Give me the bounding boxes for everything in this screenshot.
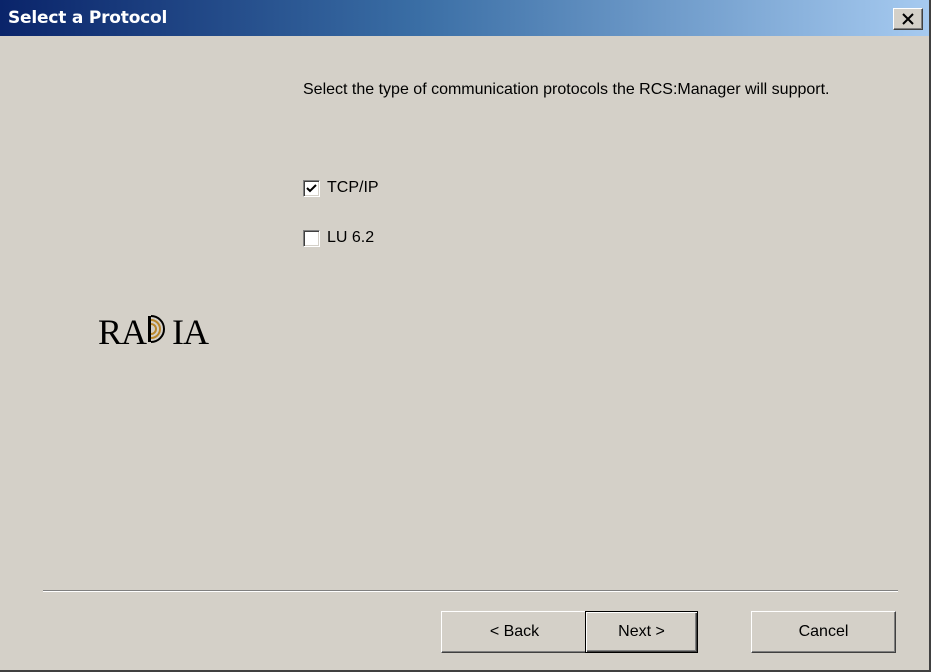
close-icon <box>902 13 914 25</box>
cancel-button[interactable]: Cancel <box>751 611 896 653</box>
close-button[interactable] <box>893 8 923 30</box>
dialog-title: Select a Protocol <box>8 8 168 28</box>
logo-text-left: RA <box>98 312 147 352</box>
option-lu-6-2[interactable]: LU 6.2 <box>303 227 374 249</box>
footer-separator <box>43 590 898 592</box>
checkmark-icon <box>306 183 317 192</box>
radia-logo: RA IA <box>98 311 209 353</box>
next-button[interactable]: Next > <box>585 611 698 653</box>
protocol-dialog: Select a Protocol Select the type of com… <box>0 0 931 672</box>
protocol-description: Select the type of communication protoco… <box>303 81 830 98</box>
logo-d-mark-icon <box>147 311 171 353</box>
back-button[interactable]: < Back <box>441 611 588 653</box>
lu-6-2-label: LU 6.2 <box>327 229 375 246</box>
option-tcp-ip[interactable]: TCP/IP <box>303 177 379 199</box>
lu-6-2-checkbox[interactable] <box>303 229 320 247</box>
tcp-ip-label: TCP/IP <box>327 179 379 196</box>
title-bar[interactable]: Select a Protocol <box>0 0 929 36</box>
tcp-ip-checkbox[interactable] <box>303 179 320 197</box>
logo-text-right: IA <box>172 312 209 352</box>
